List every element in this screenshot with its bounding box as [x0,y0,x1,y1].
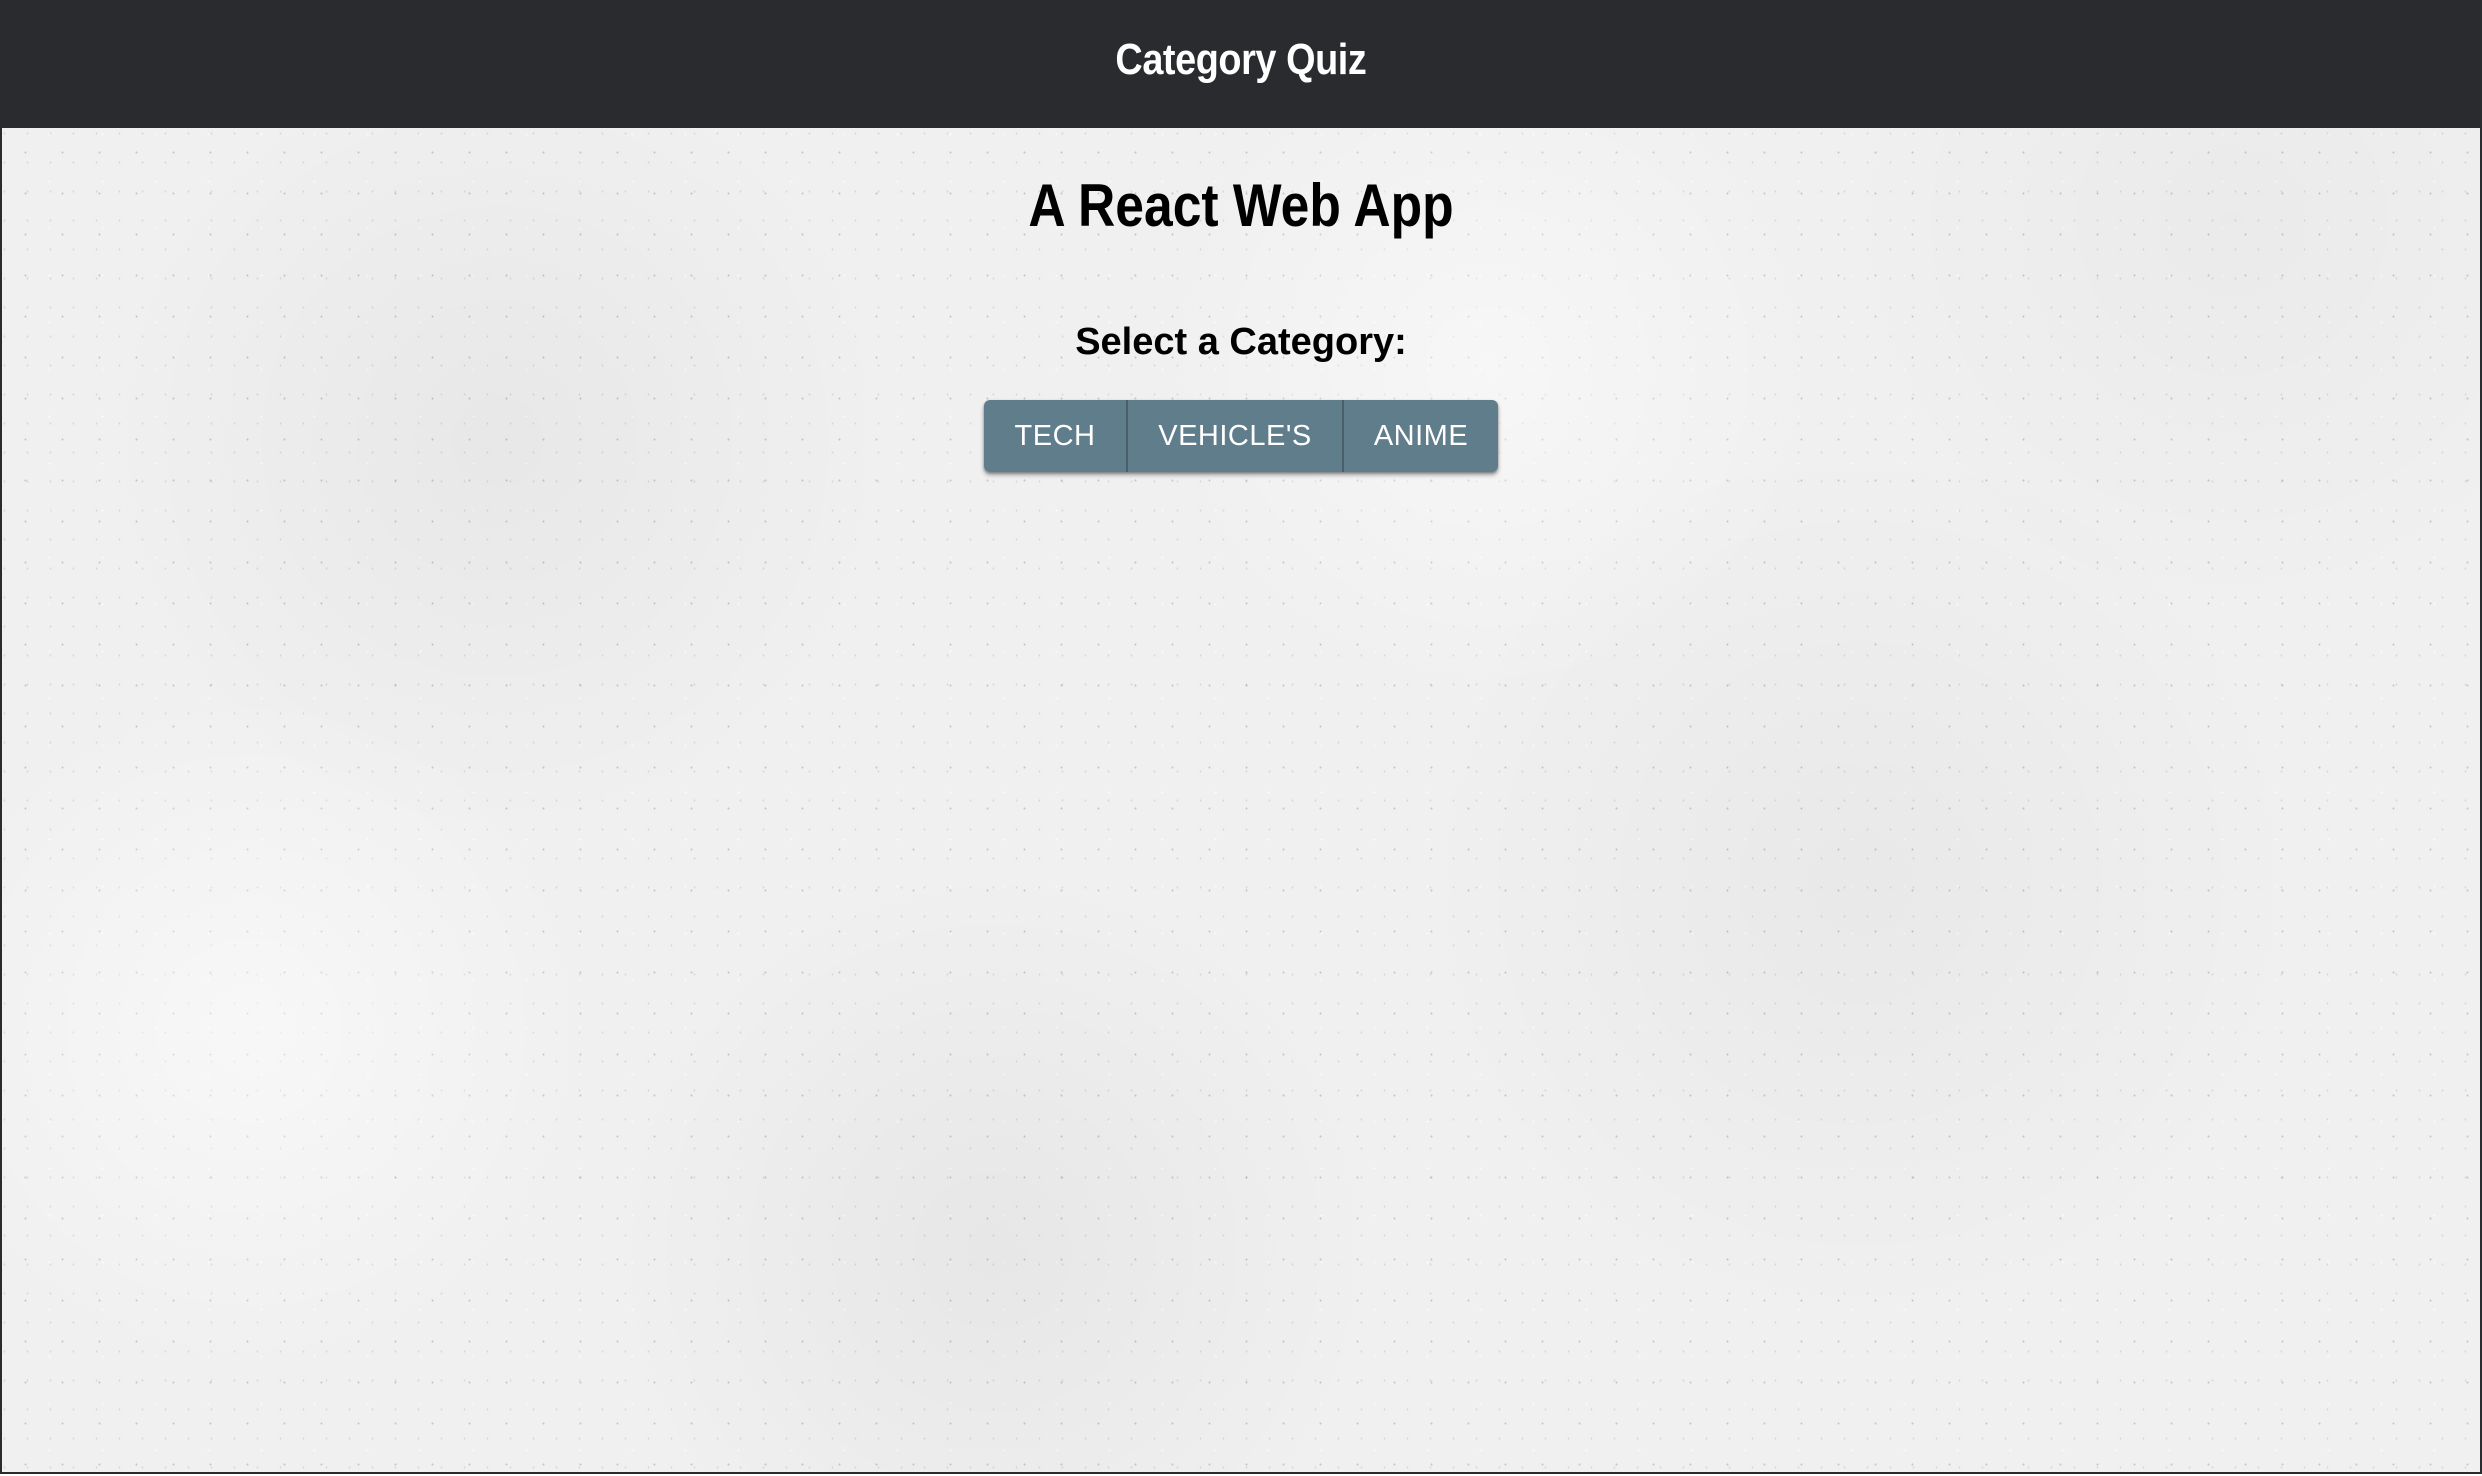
navbar: Category Quiz [2,0,2480,128]
category-prompt: Select a Category: [1075,321,1407,363]
category-button-vehicles[interactable]: VEHICLE'S [1126,400,1342,472]
category-button-group: TECH VEHICLE'S ANIME [984,400,1498,472]
category-button-tech[interactable]: TECH [984,400,1126,472]
app-window: Category Quiz A React Web App Select a C… [0,0,2482,1474]
app-title: Category Quiz [1115,35,1367,84]
category-button-anime[interactable]: ANIME [1342,400,1498,472]
page-headline: A React Web App [1028,172,1454,239]
